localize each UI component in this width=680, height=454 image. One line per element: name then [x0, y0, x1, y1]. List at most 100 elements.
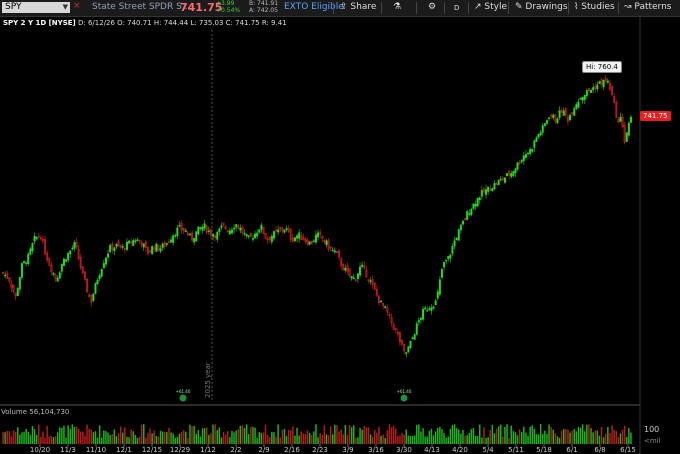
style-button[interactable]: ↗ Style: [474, 2, 507, 12]
volume-bar: [227, 431, 229, 444]
candle-body: [314, 234, 317, 243]
date-tick-label: 5/18: [536, 446, 552, 454]
candle-body: [361, 264, 364, 267]
volume-bar: [623, 425, 626, 444]
volume-bar: [323, 425, 326, 444]
high-label: Hi: 760.4: [582, 61, 622, 73]
volume-bar: [254, 427, 256, 444]
volume-bar: [71, 424, 74, 444]
volume-bar: [458, 429, 460, 444]
volume-bar: [258, 431, 260, 444]
candle-body: [405, 352, 408, 354]
change-pct: +0.54%: [216, 7, 241, 14]
volume-bar: [449, 428, 452, 444]
chart-symbol-period: SPY 2 Y 1D [NYSE]: [3, 19, 76, 27]
date-tick-label: 12/1: [116, 446, 132, 454]
candle-body: [125, 241, 128, 250]
share-button[interactable]: ⇪ Share: [340, 2, 376, 12]
close-icon[interactable]: ×: [73, 1, 81, 11]
candle-body: [258, 229, 261, 233]
candle-body: [497, 180, 500, 186]
volume-bar: [166, 432, 168, 444]
candle-body: [193, 237, 196, 243]
studies-button[interactable]: ⌇ Studies: [574, 2, 615, 12]
volume-bar: [31, 425, 34, 444]
exto-eligible-link[interactable]: EXTO Eligible: [284, 2, 344, 12]
volume-bar: [602, 437, 605, 444]
volume-bar: [525, 432, 527, 444]
volume-bar: [363, 426, 365, 444]
price-chart[interactable]: 6206306406506606706806907007107207307407…: [0, 0, 680, 454]
candle-body: [277, 229, 280, 233]
candle-body: [228, 230, 231, 235]
candle-body: [627, 122, 630, 136]
volume-bar: [434, 431, 437, 444]
volume-bar: [56, 432, 59, 444]
candle-body: [468, 213, 471, 215]
candle-body: [438, 279, 441, 295]
volume-bar: [483, 427, 485, 444]
volume-bar: [497, 426, 500, 444]
volume-bar: [588, 424, 590, 444]
candle-body: [199, 227, 202, 230]
volume-bar: [277, 424, 279, 444]
volume-bar: [138, 436, 141, 444]
volume-bar: [424, 436, 426, 444]
drawings-button[interactable]: ✎ Drawings: [515, 2, 568, 12]
candlesticks: [2, 74, 632, 358]
candle-body: [539, 132, 542, 136]
candle-body: [100, 269, 103, 277]
candle-body: [443, 261, 446, 268]
patterns-button[interactable]: ↝ Patterns: [624, 2, 672, 12]
volume-bar: [84, 435, 86, 444]
volume-bar: [119, 426, 122, 444]
volume-bar: [50, 435, 53, 444]
candle-body: [562, 110, 565, 116]
candle-body: [325, 240, 328, 245]
volume-bar: [296, 427, 298, 444]
volume-bar: [350, 427, 353, 444]
volume-bar: [397, 436, 399, 444]
candle-body: [413, 334, 416, 340]
volume-bar: [52, 437, 55, 444]
volume-bar: [237, 429, 239, 444]
candle-body: [203, 223, 206, 229]
candle-body: [331, 249, 334, 252]
volume-bar: [422, 428, 424, 444]
date-tick-label: 4/13: [424, 446, 440, 454]
candle-body: [541, 125, 544, 133]
symbol-input[interactable]: SPY ▼: [2, 2, 70, 13]
volume-bar: [124, 427, 126, 444]
volume-bars: [2, 424, 632, 444]
volume-bar: [80, 431, 82, 444]
candle-body: [155, 243, 158, 252]
chevron-down-icon[interactable]: ▼: [63, 2, 68, 13]
volume-bar: [470, 429, 473, 444]
volume-bar: [86, 424, 88, 444]
volume-bar: [292, 426, 294, 444]
volume-bar: [508, 437, 510, 444]
volume-bar: [506, 424, 508, 444]
gear-icon[interactable]: ⚙: [428, 2, 436, 12]
candle-body: [176, 227, 179, 236]
volume-bar: [481, 437, 483, 444]
flask-icon[interactable]: ⚗: [393, 2, 401, 12]
candle-body: [512, 171, 515, 177]
candle-body: [577, 101, 580, 108]
candle-body: [466, 211, 469, 221]
event-marker-2[interactable]: +61.40: [397, 389, 412, 402]
candle-body: [598, 81, 601, 84]
volume-bar: [48, 436, 50, 444]
event-marker-1[interactable]: +61.40: [176, 389, 191, 402]
date-tick-label: 10/20: [30, 446, 50, 454]
volume-bar: [94, 431, 97, 444]
volume-bar: [250, 426, 252, 444]
year-marker: 2025 year: [204, 362, 212, 398]
volume-bar: [12, 430, 15, 444]
aggregation-button[interactable]: D: [454, 4, 459, 12]
volume-bar: [575, 431, 578, 444]
volume-bar: [611, 425, 613, 444]
candle-body: [434, 300, 437, 305]
candle-body: [102, 263, 105, 269]
candle-body: [151, 246, 154, 255]
